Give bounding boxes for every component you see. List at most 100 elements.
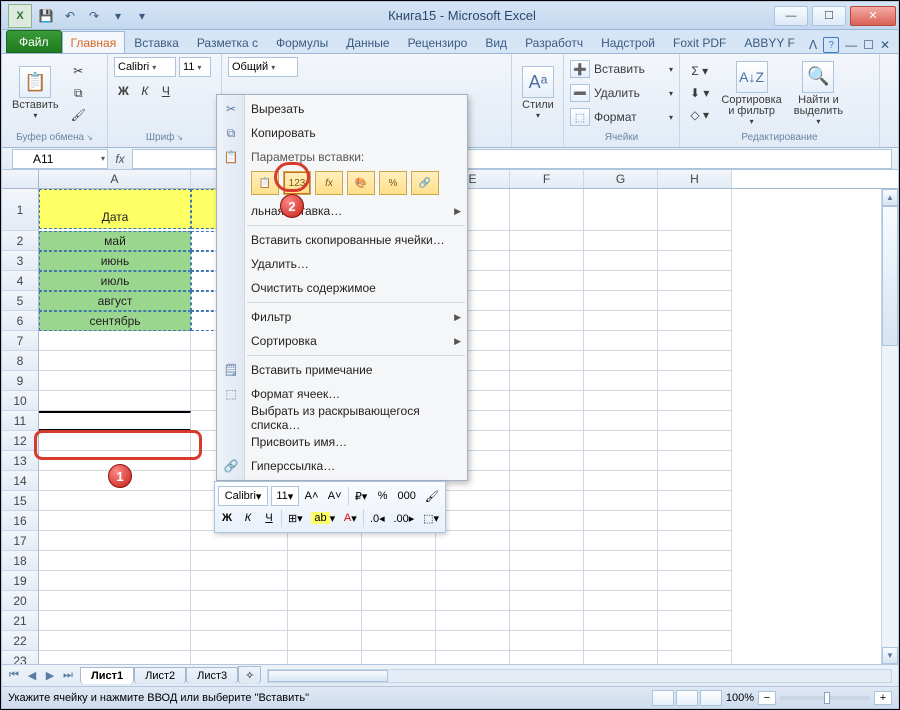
context-paste-special[interactable]: льная вставка…▶ <box>217 199 467 223</box>
paste-option-values[interactable]: 123 <box>283 171 311 195</box>
italic-button[interactable]: К <box>136 81 154 101</box>
mini-font-combo[interactable]: Calibri ▾ <box>218 486 268 506</box>
context-format-cells[interactable]: ⬚Формат ячеек… <box>217 382 467 406</box>
mini-grow-font[interactable]: A˄ <box>302 486 322 506</box>
row-header[interactable]: 21 <box>2 611 39 631</box>
undo-icon[interactable]: ↶ <box>60 6 80 26</box>
font-size-combo[interactable]: 11▾ <box>179 57 211 77</box>
context-copy[interactable]: ⧉Копировать <box>217 121 467 145</box>
col-header[interactable]: H <box>658 170 732 188</box>
copy-icon[interactable]: ⧉ <box>67 83 90 103</box>
row-header[interactable]: 22 <box>2 631 39 651</box>
cell[interactable]: Дата <box>39 189 191 229</box>
paste-option-link[interactable]: 🔗 <box>411 171 439 195</box>
mini-comma[interactable]: 000 <box>395 486 419 506</box>
cell[interactable]: май <box>39 231 191 251</box>
row-header[interactable]: 1 <box>2 189 39 231</box>
context-insert-comment[interactable]: 🗒Вставить примечание <box>217 358 467 382</box>
name-box[interactable]: A11▾ <box>12 149 108 169</box>
tab-review[interactable]: Рецензиро <box>399 31 477 53</box>
zoom-out-button[interactable]: − <box>758 691 776 705</box>
sheet-tab[interactable]: Лист2 <box>134 667 186 684</box>
doc-restore-icon[interactable]: ☐ <box>863 38 874 52</box>
context-insert-copied[interactable]: Вставить скопированные ячейки… <box>217 228 467 252</box>
select-all-corner[interactable] <box>2 170 39 188</box>
zoom-in-button[interactable]: + <box>874 691 892 705</box>
context-pick-from-list[interactable]: Выбрать из раскрывающегося списка… <box>217 406 467 430</box>
row-header[interactable]: 13 <box>2 451 39 471</box>
tab-addins[interactable]: Надстрой <box>592 31 664 53</box>
zoom-slider[interactable] <box>780 696 870 700</box>
row-header[interactable]: 10 <box>2 391 39 411</box>
tab-layout[interactable]: Разметка с <box>188 31 267 53</box>
mini-italic[interactable]: К <box>239 508 257 528</box>
horizontal-scrollbar[interactable] <box>267 669 892 683</box>
tab-foxit[interactable]: Foxit PDF <box>664 31 735 53</box>
delete-cells-button[interactable]: ➖Удалить ▾ <box>570 82 673 104</box>
row-header[interactable]: 17 <box>2 531 39 551</box>
context-define-name[interactable]: Присвоить имя… <box>217 430 467 454</box>
cut-icon[interactable]: ✂ <box>67 61 90 81</box>
sheet-tab[interactable]: Лист1 <box>80 667 134 684</box>
mini-currency[interactable]: ₽▾ <box>352 486 371 506</box>
find-select-button[interactable]: 🔍 Найти и выделить▾ <box>790 59 847 128</box>
sheet-tab[interactable]: Лист3 <box>186 667 238 684</box>
paste-option-clipboard[interactable]: 📋 <box>251 171 279 195</box>
tab-view[interactable]: Вид <box>476 31 516 53</box>
mini-shrink-font[interactable]: A˅ <box>325 486 345 506</box>
redo-icon[interactable]: ↷ <box>84 6 104 26</box>
close-button[interactable]: ✕ <box>850 6 896 26</box>
row-header[interactable]: 11 <box>2 411 39 431</box>
bold-button[interactable]: Ж <box>114 81 133 101</box>
mini-bold[interactable]: Ж <box>218 508 236 528</box>
row-header[interactable]: 23 <box>2 651 39 664</box>
customize-icon[interactable]: ▾ <box>132 6 152 26</box>
mini-percent[interactable]: % <box>374 486 392 506</box>
row-header[interactable]: 14 <box>2 471 39 491</box>
mini-borders-icon[interactable]: ⊞▾ <box>285 508 306 528</box>
new-sheet-button[interactable]: ✧ <box>238 666 261 684</box>
paste-option-formatting[interactable]: 🎨 <box>347 171 375 195</box>
paste-button[interactable]: 📋 Вставить ▾ <box>8 64 63 122</box>
fill-icon[interactable]: ⬇ ▾ <box>686 83 713 103</box>
mini-inc-decimal[interactable]: .00▸ <box>391 508 417 528</box>
vertical-scrollbar[interactable]: ▲▼ <box>881 189 898 664</box>
font-family-combo[interactable]: Calibri▾ <box>114 57 176 77</box>
paste-option-percent[interactable]: % <box>379 171 407 195</box>
mini-fill-color-icon[interactable]: ab▾ <box>309 508 338 528</box>
view-buttons[interactable] <box>652 690 722 706</box>
context-delete[interactable]: Удалить… <box>217 252 467 276</box>
context-clear[interactable]: Очистить содержимое <box>217 276 467 300</box>
help-icon[interactable]: ? <box>823 37 839 53</box>
mini-merge-icon[interactable]: ⬚▾ <box>420 508 442 528</box>
insert-cells-button[interactable]: ➕Вставить ▾ <box>570 58 673 80</box>
row-header[interactable]: 9 <box>2 371 39 391</box>
col-header[interactable]: G <box>584 170 658 188</box>
row-header[interactable]: 20 <box>2 591 39 611</box>
col-header[interactable]: F <box>510 170 584 188</box>
row-header[interactable]: 8 <box>2 351 39 371</box>
styles-button[interactable]: Aᵃ Стили▾ <box>518 64 558 122</box>
mini-format-painter-icon[interactable]: 🖌 <box>422 486 442 506</box>
row-header[interactable]: 16 <box>2 511 39 531</box>
row-header[interactable]: 12 <box>2 431 39 451</box>
tab-home[interactable]: Главная <box>62 31 126 53</box>
tab-abbyy[interactable]: ABBYY F <box>735 31 803 53</box>
paste-option-formulas[interactable]: fx <box>315 171 343 195</box>
sort-filter-button[interactable]: A↓Z Сортировка и фильтр▾ <box>717 59 785 128</box>
underline-button[interactable]: Ч <box>157 81 175 101</box>
row-header[interactable]: 18 <box>2 551 39 571</box>
doc-close-icon[interactable]: ✕ <box>880 38 890 52</box>
doc-minimize-icon[interactable]: — <box>845 38 857 52</box>
tab-insert[interactable]: Вставка <box>125 31 188 53</box>
tab-developer[interactable]: Разработч <box>516 31 592 53</box>
sheet-nav[interactable]: ⏮◀▶⏭ <box>2 669 80 682</box>
tab-data[interactable]: Данные <box>337 31 398 53</box>
row-header[interactable]: 15 <box>2 491 39 511</box>
ribbon-minimize-icon[interactable]: ᐱ <box>809 38 817 52</box>
save-icon[interactable]: 💾 <box>36 6 56 26</box>
context-sort[interactable]: Сортировка▶ <box>217 329 467 353</box>
tab-formulas[interactable]: Формулы <box>267 31 337 53</box>
number-format-combo[interactable]: Общий▾ <box>228 57 298 77</box>
clear-icon[interactable]: ◇ ▾ <box>686 105 713 125</box>
